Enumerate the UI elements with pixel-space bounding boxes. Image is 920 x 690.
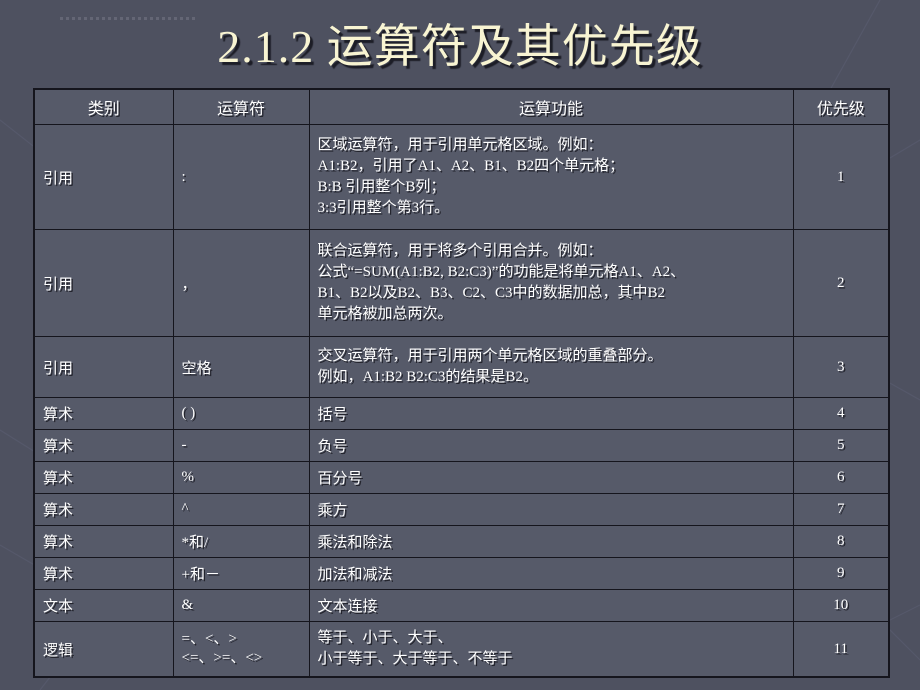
column-header-operator: 运算符 — [172, 88, 310, 125]
cell-category: 算术 — [33, 493, 174, 526]
cell-priority: 10 — [792, 589, 890, 622]
cell-operator: & — [172, 589, 310, 622]
cell-operator: ( ) — [172, 397, 310, 430]
cell-category: 文本 — [33, 589, 174, 622]
cell-category: 算术 — [33, 429, 174, 462]
cell-function: 负号 — [308, 429, 794, 462]
cell-function: 加法和减法 — [308, 557, 794, 590]
cell-function: 乘方 — [308, 493, 794, 526]
cell-function: 乘法和除法 — [308, 525, 794, 558]
table-row: 引用 ， 联合运算符，用于将多个引用合并。例如： 公式“=SUM(A1:B2, … — [33, 229, 890, 337]
column-header-priority: 优先级 — [792, 88, 890, 125]
cell-function: 文本连接 — [308, 589, 794, 622]
operator-precedence-table: 类别 运算符 运算功能 优先级 引用 : 区域运算符，用于引用单元格区域。例如：… — [33, 88, 890, 678]
column-header-function: 运算功能 — [308, 88, 794, 125]
column-header-category: 类别 — [33, 88, 174, 125]
table-row: 算术 % 百分号 6 — [33, 461, 890, 494]
cell-operator: +和－ — [172, 557, 310, 590]
cell-operator: ^ — [172, 493, 310, 526]
table-row: 逻辑 =、<、> <=、>=、<> 等于、小于、大于、 小于等于、大于等于、不等… — [33, 621, 890, 678]
cell-priority: 1 — [792, 124, 890, 230]
cell-category: 引用 — [33, 229, 174, 337]
table-row: 文本 & 文本连接 10 — [33, 589, 890, 622]
cell-function: 括号 — [308, 397, 794, 430]
table-row: 算术 +和－ 加法和减法 9 — [33, 557, 890, 590]
cell-function: 百分号 — [308, 461, 794, 494]
cell-function: 区域运算符，用于引用单元格区域。例如： A1:B2，引用了A1、A2、B1、B2… — [308, 124, 794, 230]
cell-category: 引用 — [33, 124, 174, 230]
cell-operator: 空格 — [172, 336, 310, 398]
table-row: 算术 ( ) 括号 4 — [33, 397, 890, 430]
cell-category: 算术 — [33, 461, 174, 494]
table-row: 引用 空格 交叉运算符，用于引用两个单元格区域的重叠部分。 例如，A1:B2 B… — [33, 336, 890, 398]
cell-function: 等于、小于、大于、 小于等于、大于等于、不等于 — [308, 621, 794, 678]
table-row: 引用 : 区域运算符，用于引用单元格区域。例如： A1:B2，引用了A1、A2、… — [33, 124, 890, 230]
cell-operator: *和/ — [172, 525, 310, 558]
cell-priority: 2 — [792, 229, 890, 337]
cell-priority: 9 — [792, 557, 890, 590]
cell-priority: 8 — [792, 525, 890, 558]
cell-function: 联合运算符，用于将多个引用合并。例如： 公式“=SUM(A1:B2, B2:C3… — [308, 229, 794, 337]
cell-category: 逻辑 — [33, 621, 174, 678]
cell-priority: 7 — [792, 493, 890, 526]
cell-function: 交叉运算符，用于引用两个单元格区域的重叠部分。 例如，A1:B2 B2:C3的结… — [308, 336, 794, 398]
cell-category: 算术 — [33, 525, 174, 558]
table-row: 算术 *和/ 乘法和除法 8 — [33, 525, 890, 558]
table-header-row: 类别 运算符 运算功能 优先级 — [33, 88, 890, 125]
cell-operator: % — [172, 461, 310, 494]
cell-operator: ， — [172, 229, 310, 337]
cell-operator: =、<、> <=、>=、<> — [172, 621, 310, 678]
cell-operator: : — [172, 124, 310, 230]
cell-priority: 5 — [792, 429, 890, 462]
cell-category: 算术 — [33, 397, 174, 430]
page-title: 2.1.2 运算符及其优先级 — [217, 21, 703, 72]
cell-priority: 4 — [792, 397, 890, 430]
cell-operator: - — [172, 429, 310, 462]
cell-category: 算术 — [33, 557, 174, 590]
cell-priority: 11 — [792, 621, 890, 678]
cell-category: 引用 — [33, 336, 174, 398]
cell-priority: 3 — [792, 336, 890, 398]
table-row: 算术 - 负号 5 — [33, 429, 890, 462]
table-row: 算术 ^ 乘方 7 — [33, 493, 890, 526]
cell-priority: 6 — [792, 461, 890, 494]
